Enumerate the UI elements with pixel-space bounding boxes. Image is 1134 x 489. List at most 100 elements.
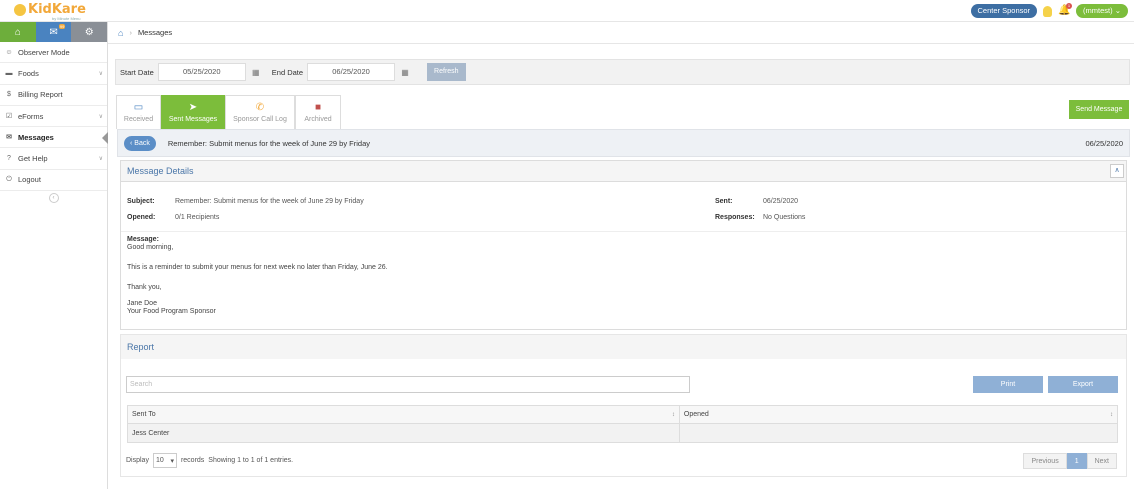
records-label: records [180,457,205,464]
responses-value: No Questions [763,214,806,221]
sidebar-item-get-help[interactable]: ? Get Help ∨ [0,148,107,170]
report-header: Report [121,335,1126,359]
logo-text: KidKare [28,2,86,17]
sidebar-item-label: Billing Report [18,90,63,100]
sidebar-item-label: Logout [18,175,41,185]
message-line: Good morning, [127,244,174,251]
message-tabs: ▭ Received ➤ Sent Messages ✆ Sponsor Cal… [116,95,341,129]
logo-sun-icon [14,4,26,16]
export-button[interactable]: Export [1048,376,1118,393]
opened-value: 0/1 Recipients [175,214,220,221]
calendar-icon[interactable]: ▦ [399,68,411,77]
showing-text: Showing 1 to 1 of 1 entries. [208,457,294,464]
sort-icon: ↕ [671,411,675,418]
message-details-panel: Message Details ∧ Subject: Remember: Sub… [120,160,1127,330]
table-length-control: Display 10 ▾ records Showing 1 to 1 of 1… [126,453,293,468]
report-panel: Report Search Print Export Sent To ↕ Ope… [120,334,1127,477]
sidebar-item-label: Messages [18,132,54,142]
page-1-button[interactable]: 1 [1066,453,1087,469]
message-date: 06/25/2020 [1085,138,1123,148]
sidebar-item-messages[interactable]: ✉ Messages [0,127,108,149]
kidkare-logo[interactable]: KidKare by Minute Menu [14,2,94,21]
subject-label: Subject: [127,198,155,205]
role-switch-button[interactable]: Center Sponsor [970,4,1038,18]
message-fields: Subject: Remember: Submit menus for the … [121,182,1126,232]
top-bar: KidKare by Minute Menu Center Sponsor 🔔 1… [0,0,1134,22]
date-filter-bar: Start Date 05/25/2020 ▦ End Date 06/25/2… [115,59,1130,85]
table-row: Jess Center [128,424,1117,442]
sidebar-item-label: Get Help [18,154,48,164]
dropdown-caret-icon: ▾ [170,457,174,465]
report-heading: Report [127,342,155,352]
notifications-icon[interactable]: 🔔 1 [1058,3,1073,17]
message-title: Remember: Submit menus for the week of J… [167,138,371,148]
send-message-button[interactable]: Send Message [1069,100,1129,119]
start-date-label: Start Date [120,67,154,77]
help-icon: ? [7,155,11,163]
opened-label: Opened: [127,214,156,221]
previous-page-button[interactable]: Previous [1023,453,1067,469]
breadcrumb-separator: › [129,28,132,37]
sent-value: 06/25/2020 [763,198,799,205]
lightbulb-icon[interactable] [1043,5,1053,17]
sidebar-item-eforms[interactable]: ☑ eForms ∨ [0,106,107,128]
refresh-button[interactable]: Refresh [427,63,466,81]
user-menu-button[interactable]: (mmtest) ⌄ [1076,4,1128,18]
column-header-opened[interactable]: Opened ↕ [680,406,1117,423]
sidebar-item-label: Foods [18,68,39,78]
sidebar-item-billing-report[interactable]: $ Billing Report [0,85,107,106]
message-line: This is a reminder to submit your menus … [127,264,388,271]
tab-label: Sponsor Call Log [233,116,287,123]
start-date-input[interactable]: 05/25/2020 [157,63,246,81]
responses-label: Responses: [715,214,755,221]
breadcrumb: ⌂ › Messages [108,22,1134,44]
end-date-label: End Date [271,67,304,77]
table-header-row: Sent To ↕ Opened ↕ [128,406,1117,424]
column-header-label: Opened [683,411,709,418]
message-body: Message: Good morning, This is a reminde… [121,232,1126,320]
tab-label: Archived [304,116,332,123]
tab-archived[interactable]: ■ Archived [295,95,341,129]
subject-value: Remember: Submit menus for the week of J… [175,198,364,205]
search-input[interactable]: Search [126,376,690,393]
table-cell-opened [680,424,1117,442]
foods-icon: ▬ [5,69,13,77]
check-square-icon: ☑ [5,113,13,121]
display-label: Display [126,457,149,464]
sidebar-item-observer-mode[interactable]: ☺ Observer Mode [0,42,107,64]
sidebar-item-label: eForms [18,111,44,121]
mail-icon[interactable]: ✉ 99 [35,22,72,42]
print-button[interactable]: Print [973,376,1043,393]
message-details-header[interactable]: Message Details ∧ [121,161,1126,182]
collapse-sidebar-icon[interactable]: ‹ [48,193,59,204]
home-icon[interactable]: ⌂ [118,28,123,38]
settings-icon[interactable]: ⚙ [71,22,108,42]
page-size-select[interactable]: 10 ▾ [152,453,177,468]
sidebar-item-foods[interactable]: ▬ Foods ∨ [0,63,107,85]
tab-sent-messages[interactable]: ➤ Sent Messages [161,95,225,129]
calendar-icon[interactable]: ▦ [250,68,262,77]
power-icon: ⏻ [6,175,12,183]
chevron-down-icon: ∨ [98,113,103,120]
home-icon[interactable]: ⌂ [0,22,36,42]
sort-icon: ↕ [1110,411,1113,418]
page-size-value: 10 [155,457,164,464]
tab-sponsor-call-log[interactable]: ✆ Sponsor Call Log [225,95,295,129]
dollar-icon: $ [7,91,11,99]
column-header-sent-to[interactable]: Sent To ↕ [128,406,680,423]
sidebar-item-logout[interactable]: ⏻ Logout [0,170,107,192]
tab-label: Received [123,116,154,123]
back-button[interactable]: ‹ Back [124,135,156,151]
chevron-down-icon: ∨ [98,70,103,77]
tab-received[interactable]: ▭ Received [116,95,161,129]
envelope-icon: ✉ [6,134,12,142]
message-line: Thank you, [127,284,162,291]
sidebar-item-label: Observer Mode [18,47,70,57]
phone-icon: ✆ [255,102,265,113]
collapse-chevron-up-icon[interactable]: ∧ [1110,164,1124,178]
archive-icon: ■ [314,102,322,113]
next-page-button[interactable]: Next [1086,453,1117,469]
sent-label: Sent: [715,198,733,205]
message-line: Jane Doe [127,300,157,307]
end-date-input[interactable]: 06/25/2020 [307,63,396,81]
